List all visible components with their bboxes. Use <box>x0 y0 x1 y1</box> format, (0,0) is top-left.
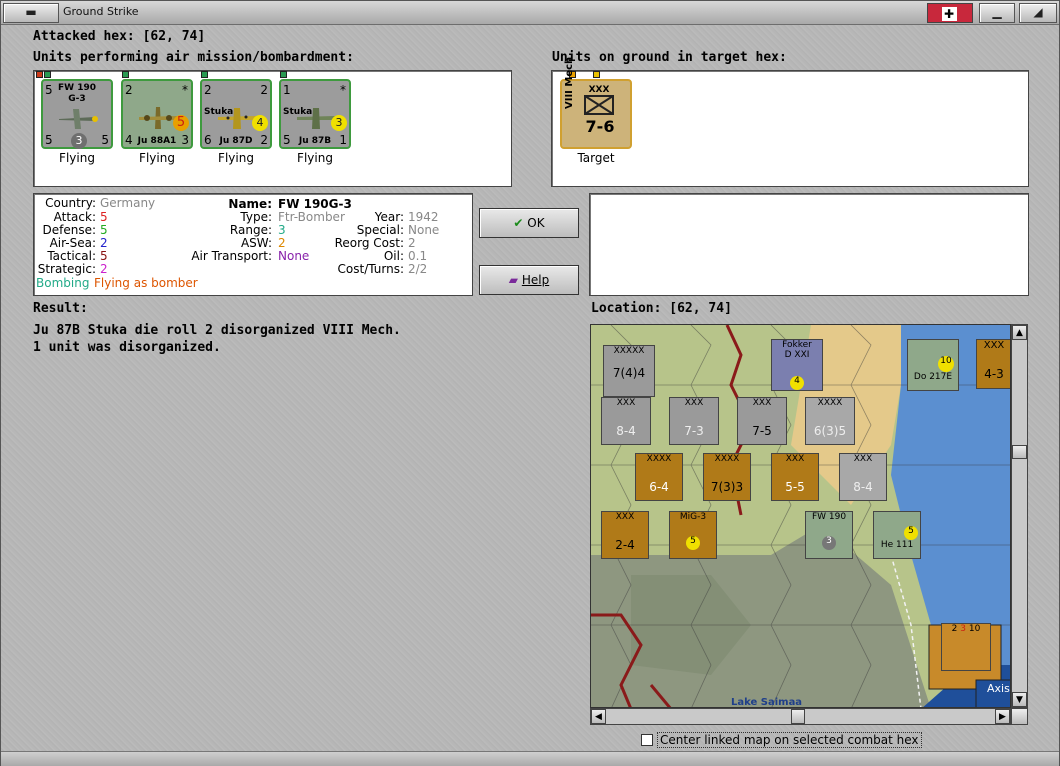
air-units-label: Units performing air mission/bombardment… <box>33 50 354 65</box>
unit-marker-icon <box>593 71 600 78</box>
map-air-counter[interactable]: FW 190 3 <box>805 511 853 559</box>
mission-marker-icon <box>122 71 129 78</box>
lake-label: Lake Saimaa <box>731 697 803 708</box>
center-map-checkbox[interactable] <box>641 734 653 746</box>
ground-strike-window: ▬ Ground Strike ✚ ▁ ◢ Attacked hex: [62,… <box>0 0 1060 766</box>
scroll-corner <box>1011 708 1028 725</box>
help-book-icon: ▰ <box>508 273 519 287</box>
map-unit-counter[interactable]: XXX 8-4 <box>601 397 651 445</box>
unit-details-panel: Country: Germany Attack: 5 Defense: 5 Ai… <box>33 193 473 296</box>
map-unit-counter[interactable]: XXX 2-4 <box>601 511 649 559</box>
result-line-1: Ju 87B Stuka die roll 2 disorganized VII… <box>33 323 401 338</box>
map-unit-counter[interactable]: XXXX 7(3)3 <box>703 453 751 501</box>
scroll-thumb[interactable] <box>1012 445 1027 459</box>
target-unit-status: Target <box>577 151 615 165</box>
dive-bomber-plane-icon <box>218 108 256 129</box>
help-button[interactable]: ▰ Help <box>479 265 579 295</box>
map-unit-counter[interactable]: XXXX 6-4 <box>635 453 683 501</box>
mission-marker-icon <box>44 71 51 78</box>
system-menu-button[interactable]: ▬ <box>3 3 59 23</box>
checkmark-icon: ✔ <box>513 216 524 230</box>
air-unit-counter[interactable]: 1 * Stuka 3 5 Ju 87B 1 <box>279 79 351 149</box>
location-label: Location: [62, 74] <box>591 301 732 316</box>
bomber-plane-icon <box>139 107 177 129</box>
map-unit-counter[interactable]: XXXXX 7(4)4 <box>603 345 655 397</box>
combat-info-panel <box>589 193 1029 296</box>
map-air-counter[interactable]: 5 He 111 <box>873 511 921 559</box>
air-unit-counter[interactable]: 2 2 Stuka 4 6 Ju 87D 2 <box>200 79 272 149</box>
map-unit-counter[interactable]: XXX 4-3 <box>976 339 1010 389</box>
map-air-counter[interactable]: Fokker D XXI 4 <box>771 339 823 391</box>
scroll-right-icon[interactable]: ▶ <box>995 709 1010 724</box>
dive-bomber-plane-icon <box>297 108 335 129</box>
status-bar <box>1 751 1059 766</box>
map-unit-counter[interactable]: XXX 7-3 <box>669 397 719 445</box>
air-unit-status: Flying <box>59 151 95 165</box>
maximize-button[interactable]: ◢ <box>1019 3 1057 23</box>
air-unit-status: Flying <box>297 151 333 165</box>
scroll-down-icon[interactable]: ▼ <box>1012 692 1027 707</box>
attacked-hex-label: Attacked hex: [62, 74] <box>33 29 206 44</box>
map-naval-counter[interactable]: 2 3 10 <box>941 623 991 671</box>
center-map-checkbox-label[interactable]: Center linked map on selected combat hex <box>657 732 922 748</box>
ground-units-panel: VIII Mech XXX 7-6 Target <box>551 57 1029 187</box>
result-label: Result: <box>33 301 88 316</box>
map-unit-counter[interactable]: XXXX 6(3)5 <box>805 397 855 445</box>
germany-flag-icon: ✚ <box>927 3 973 23</box>
map-air-counter[interactable]: MiG-3 5 <box>669 511 717 559</box>
air-unit-counter[interactable]: 5 FW 190 G-3 5 3 5 <box>41 79 113 149</box>
air-unit-status: Flying <box>218 151 254 165</box>
result-line-2: 1 unit was disorganized. <box>33 340 221 355</box>
title-bar: ▬ Ground Strike ✚ ▁ ◢ <box>1 1 1059 25</box>
minimize-button[interactable]: ▁ <box>979 3 1015 23</box>
air-unit-counter[interactable]: 2 * 5 4 Ju 88A1 3 <box>121 79 193 149</box>
map-horizontal-scrollbar[interactable]: ◀ ▶ <box>590 708 1011 725</box>
target-unit-counter[interactable]: VIII Mech XXX 7-6 <box>560 57 632 149</box>
map-air-counter[interactable]: 10 Do 217E <box>907 339 959 391</box>
window-title: Ground Strike <box>63 5 139 18</box>
mission-marker-icon <box>36 71 43 78</box>
tactical-map[interactable]: XXXXX 7(4)4 Fokker D XXI 4 10 Do 217E XXX 4-3… <box>590 324 1011 708</box>
air-units-panel: 5 FW 190 G-3 5 3 5 Flying 2 * 5 4 Ju 88A… <box>33 70 512 187</box>
scroll-thumb[interactable] <box>791 709 805 724</box>
mission-marker-icon <box>280 71 287 78</box>
axis-label: Axis <box>987 682 1010 695</box>
air-unit-status: Flying <box>139 151 175 165</box>
map-unit-counter[interactable]: XXX 5-5 <box>771 453 819 501</box>
scroll-up-icon[interactable]: ▲ <box>1012 325 1027 340</box>
map-vertical-scrollbar[interactable]: ▲ ▼ <box>1011 324 1028 708</box>
mission-marker-icon <box>201 71 208 78</box>
map-unit-counter[interactable]: XXX 8-4 <box>839 453 887 501</box>
mechanized-symbol-icon <box>584 95 614 115</box>
fighter-plane-icon <box>59 109 98 129</box>
ok-button[interactable]: ✔ OK <box>479 208 579 238</box>
map-unit-counter[interactable]: XXX 7-5 <box>737 397 787 445</box>
ground-units-label: Units on ground in target hex: <box>552 50 787 65</box>
scroll-left-icon[interactable]: ◀ <box>591 709 606 724</box>
